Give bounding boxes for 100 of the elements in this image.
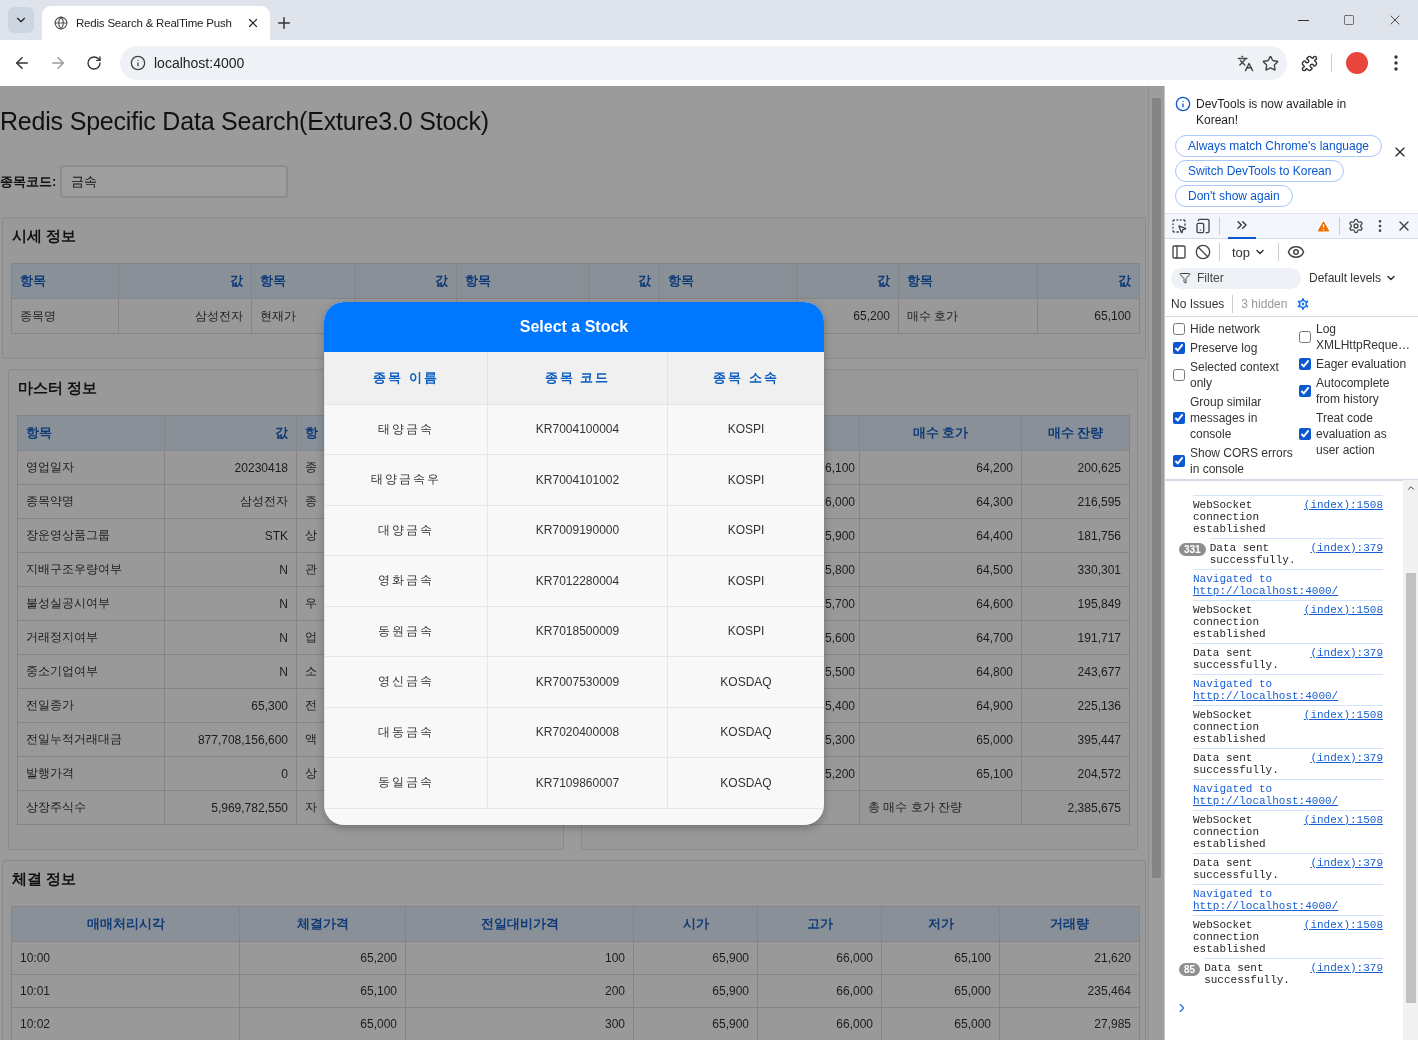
table-cell[interactable]: 영화금속 [324, 555, 488, 606]
tab-list-button[interactable] [8, 7, 34, 33]
table-cell[interactable]: 동원금속 [324, 606, 488, 657]
source-link[interactable]: (index):1508 [1303, 919, 1383, 931]
source-link[interactable]: (index):1508 [1303, 814, 1383, 826]
search-field[interactable]: 금속 [60, 165, 289, 198]
console-message: Data sent successfully. [1193, 857, 1280, 881]
translate-icon[interactable] [1237, 54, 1254, 72]
source-link[interactable]: (index):1508 [1303, 499, 1383, 511]
url-link[interactable]: http://localhost:4000/ [1193, 690, 1339, 702]
console-message: WebSocket connection established [1193, 709, 1267, 745]
column-header: 매수 호가 [859, 415, 1022, 451]
table-cell: 65,100 [859, 756, 1022, 791]
filter-field[interactable]: Filter [1171, 267, 1301, 289]
table-cell: 66,000 [757, 974, 882, 1008]
url-link[interactable]: http://localhost:4000/ [1193, 900, 1339, 912]
pill-button[interactable]: Always match Chrome's language [1175, 135, 1383, 157]
table-cell: 65,100 [1037, 298, 1140, 334]
column-header: 고가 [757, 906, 882, 942]
device-icon[interactable] [1195, 218, 1211, 234]
table-cell: 발행가격 [17, 756, 165, 791]
table-cell: 삼성전자 [164, 484, 297, 519]
checkbox[interactable] [1173, 412, 1185, 424]
reload-icon [86, 55, 102, 71]
table-cell: KR7004100004 [487, 404, 668, 455]
star-icon[interactable] [1262, 54, 1279, 72]
table-cell[interactable]: 대동금속 [324, 707, 488, 758]
dialog-title: Select a Stock [519, 318, 629, 336]
checkbox[interactable] [1173, 342, 1185, 354]
context-dropdown[interactable]: top [1228, 244, 1271, 260]
clear-icon[interactable] [1195, 244, 1211, 260]
source-link[interactable]: (index):379 [1310, 542, 1383, 554]
table-cell: 64,200 [859, 450, 1022, 485]
setting-label: Selected context only [1190, 359, 1280, 391]
pill-button[interactable]: Switch DevTools to Korean [1175, 160, 1345, 182]
source-link[interactable]: (index):379 [1310, 752, 1383, 764]
gear-icon[interactable] [1295, 295, 1312, 312]
address-bar[interactable]: localhost:4000 [120, 46, 1287, 80]
console-message: WebSocket connection established [1193, 499, 1267, 535]
table-cell[interactable]: 태양금속우 [324, 454, 488, 505]
table-cell: 181,756 [1021, 518, 1130, 553]
checkbox[interactable] [1173, 369, 1185, 381]
eye-icon[interactable] [1287, 243, 1306, 261]
scrollbar-thumb[interactable] [1405, 573, 1416, 1003]
minimize-icon [1297, 19, 1309, 21]
checkbox[interactable] [1299, 428, 1311, 440]
scrollbar-thumb[interactable] [1152, 98, 1161, 878]
checkbox[interactable] [1299, 385, 1311, 397]
levels-dropdown[interactable]: Default levels [1309, 271, 1398, 285]
column-header: 전일대비가격 [405, 906, 634, 942]
table-cell[interactable]: 대양금속 [324, 505, 488, 556]
inspect-icon[interactable] [1171, 218, 1187, 234]
table-cell: 65,200 [239, 941, 406, 975]
source-link[interactable]: (index):379 [1310, 647, 1383, 659]
table-cell[interactable]: 영신금속 [324, 656, 488, 707]
table-cell[interactable]: 동일금속 [324, 757, 488, 808]
table-cell: 204,572 [1021, 756, 1130, 791]
table-cell: 상장주식수 [17, 790, 165, 825]
info-icon [130, 55, 146, 71]
section-title: 마스터 정보 [17, 378, 98, 398]
source-link[interactable]: (index):1508 [1303, 604, 1383, 616]
table-cell: 종목명 [11, 298, 119, 334]
checkbox[interactable] [1299, 358, 1311, 370]
url-link[interactable]: http://localhost:4000/ [1193, 585, 1339, 597]
warning-icon[interactable] [1316, 218, 1331, 234]
settings-icon[interactable] [1348, 218, 1364, 234]
pill-button[interactable]: Don't show again [1175, 185, 1293, 207]
table-cell: 거래정지여부 [17, 620, 165, 655]
close-icon[interactable] [246, 16, 260, 30]
table-cell: 전일누적거래대금 [17, 722, 165, 757]
count-badge: 331 [1179, 543, 1206, 556]
column-header: 체결가격 [239, 906, 406, 942]
checkbox[interactable] [1173, 323, 1185, 335]
source-link[interactable]: (index):379 [1310, 857, 1383, 869]
source-link[interactable]: (index):1508 [1303, 709, 1383, 721]
table-cell[interactable]: 태양금속 [324, 404, 488, 455]
table-cell: 장운영상품그룹 [17, 518, 165, 553]
avatar-icon[interactable] [1346, 52, 1368, 74]
setting-label: Autocomplete from history [1316, 375, 1391, 407]
sidebar-icon[interactable] [1171, 244, 1187, 260]
table-cell: 64,400 [859, 518, 1022, 553]
console-message: Navigated to [1193, 678, 1273, 690]
table-cell: 65,900 [633, 974, 758, 1008]
column-header: 값 [118, 263, 252, 299]
source-link[interactable]: (index):379 [1310, 962, 1383, 974]
checkbox[interactable] [1299, 331, 1311, 343]
column-header: 값 [355, 263, 457, 299]
table-cell: 877,708,156,600 [164, 722, 297, 757]
table-cell: 65,000 [859, 722, 1022, 757]
table-cell: 총 매수 호가 잔량 [859, 790, 1022, 825]
url-link[interactable]: http://localhost:4000/ [1193, 795, 1339, 807]
table-cell: 10:00 [11, 941, 240, 975]
table-cell: 66,000 [757, 941, 882, 975]
table-cell: 64,600 [859, 586, 1022, 621]
checkbox[interactable] [1173, 455, 1185, 467]
browser-tab[interactable]: Redis Search & RealTime Push [42, 6, 270, 40]
column-header: 시가 [633, 906, 758, 942]
table-cell: 영업일자 [17, 450, 165, 485]
column-header: 항목 [898, 263, 1038, 299]
setting-label: Treat code evaluation as user action [1316, 410, 1388, 458]
